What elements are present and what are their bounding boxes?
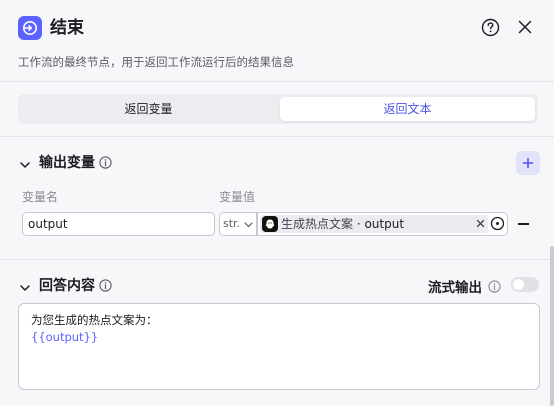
variable-type-select[interactable]: str. xyxy=(219,212,257,236)
reference-variable-name: output xyxy=(364,217,405,231)
answer-content-section: 回答内容 流式输出 为您生成的热点文案为： {{output}} xyxy=(0,260,554,406)
variable-name-input[interactable]: output xyxy=(22,212,215,236)
column-header-value: 变量值 xyxy=(219,190,256,204)
target-reference-icon[interactable] xyxy=(490,216,505,231)
clear-reference-icon[interactable] xyxy=(476,219,485,228)
answer-content-editor[interactable]: 为您生成的热点文案为： {{output}} xyxy=(18,303,540,390)
chevron-down-icon xyxy=(244,222,253,228)
variable-reference-chip[interactable]: 生成热点文案 · output xyxy=(260,215,488,233)
scrollbar[interactable] xyxy=(550,246,554,406)
llm-node-avatar-icon xyxy=(262,216,278,232)
panel-header: 结束 工作流的最终节点，用于返回工作流运行后的结果信息 xyxy=(0,0,554,82)
toggle-knob xyxy=(513,279,524,290)
output-variables-section: 输出变量 变量名 变量值 output str. 生成热点文案 · output xyxy=(0,137,554,259)
variable-reference-text: 生成热点文案 · output xyxy=(281,215,404,233)
info-icon[interactable] xyxy=(99,154,112,169)
tab-return-text[interactable]: 返回文本 xyxy=(280,97,535,121)
help-circle-icon[interactable] xyxy=(481,18,500,37)
stream-output-label: 流式输出 xyxy=(428,280,482,296)
variable-type-value: str. xyxy=(223,217,241,230)
variable-reference-field[interactable]: 生成热点文案 · output xyxy=(257,212,508,236)
page-title: 结束 xyxy=(50,18,84,38)
add-variable-button[interactable] xyxy=(516,151,540,175)
reference-node-name: 生成热点文案 xyxy=(281,217,354,231)
node-description: 工作流的最终节点，用于返回工作流运行后的结果信息 xyxy=(18,55,294,69)
section-title-answer: 回答内容 xyxy=(39,278,95,294)
chevron-down-icon[interactable] xyxy=(19,156,31,168)
column-header-name: 变量名 xyxy=(22,190,59,204)
tabs-bar: 返回变量 返回文本 xyxy=(0,82,554,136)
info-icon[interactable] xyxy=(488,278,501,293)
info-icon[interactable] xyxy=(99,277,112,292)
minus-icon xyxy=(518,223,529,225)
end-node-icon xyxy=(18,16,42,40)
plus-icon xyxy=(522,157,534,169)
end-node-panel: 结束 工作流的最终节点，用于返回工作流运行后的结果信息 返回变量 返回文本 输出… xyxy=(0,0,554,406)
answer-variable-token: {{output}} xyxy=(31,330,99,344)
stream-output-toggle[interactable] xyxy=(511,277,539,292)
close-icon[interactable] xyxy=(517,19,533,35)
chevron-down-icon[interactable] xyxy=(19,279,31,291)
tab-return-variables[interactable]: 返回变量 xyxy=(21,97,276,121)
reference-separator: · xyxy=(353,217,365,231)
remove-variable-button[interactable] xyxy=(514,215,533,233)
section-title-output: 输出变量 xyxy=(39,155,95,171)
segmented-tabs: 返回变量 返回文本 xyxy=(18,94,538,124)
answer-text-line: 为您生成的热点文案为： xyxy=(31,313,158,327)
